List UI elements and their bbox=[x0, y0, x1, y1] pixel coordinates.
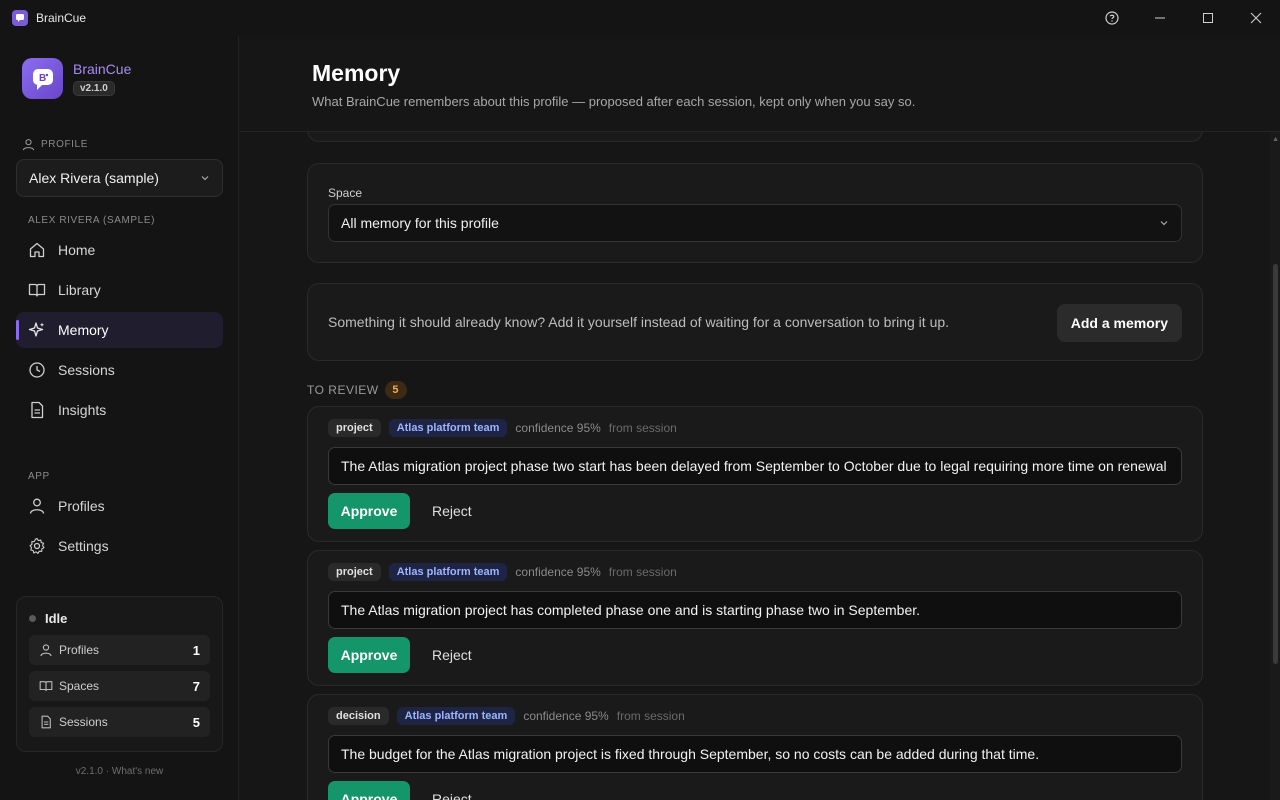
stat-sessions[interactable]: Sessions 5 bbox=[29, 707, 210, 737]
book-icon bbox=[39, 679, 53, 693]
status-dot bbox=[29, 615, 36, 622]
confidence-label: confidence 95% bbox=[515, 565, 601, 579]
source-label: from session bbox=[608, 565, 677, 579]
brand-name: BrainCue bbox=[73, 61, 132, 77]
confidence-label: confidence 95% bbox=[523, 709, 609, 723]
kind-tag: project bbox=[328, 563, 381, 581]
status-indicator: Idle bbox=[29, 611, 67, 626]
sidebar-item-home[interactable]: Home bbox=[16, 232, 223, 268]
profile-select-value: Alex Rivera (sample) bbox=[29, 170, 159, 186]
minimize-icon[interactable] bbox=[1136, 0, 1184, 36]
book-icon bbox=[28, 281, 46, 299]
approve-button[interactable]: Approve bbox=[328, 493, 410, 529]
window-title: BrainCue bbox=[36, 11, 87, 25]
user-icon bbox=[28, 497, 46, 515]
sidebar-item-sessions[interactable]: Sessions bbox=[16, 352, 223, 388]
sidebar-item-profiles[interactable]: Profiles bbox=[16, 488, 223, 524]
app-icon bbox=[12, 10, 28, 26]
sparkle-icon bbox=[28, 321, 46, 339]
memory-text-input[interactable]: The Atlas migration project phase two st… bbox=[328, 447, 1182, 485]
close-icon[interactable] bbox=[1232, 0, 1280, 36]
space-select[interactable]: All memory for this profile bbox=[328, 204, 1182, 242]
memory-card: decision Atlas platform team confidence … bbox=[307, 694, 1203, 800]
brand: B BrainCue v2.1.0 bbox=[22, 58, 131, 99]
user-icon bbox=[22, 139, 35, 151]
page-header: Memory What BrainCue remembers about thi… bbox=[240, 36, 1280, 132]
review-section-header: TO REVIEW 5 bbox=[307, 381, 407, 399]
add-memory-prompt: Something it should already know? Add it… bbox=[328, 314, 950, 330]
approve-button[interactable]: Approve bbox=[328, 781, 410, 800]
sidebar-item-library[interactable]: Library bbox=[16, 272, 223, 308]
scrollbar[interactable] bbox=[1270, 132, 1280, 800]
profile-section-label: PROFILE bbox=[22, 138, 88, 151]
maximize-icon[interactable] bbox=[1184, 0, 1232, 36]
kind-tag: decision bbox=[328, 707, 389, 725]
version-badge: v2.1.0 bbox=[73, 81, 115, 96]
svg-text:B: B bbox=[39, 73, 46, 84]
status-card: Idle Profiles 1 Spaces 7 Sessions 5 bbox=[16, 596, 223, 752]
space-card: Space All memory for this profile bbox=[307, 163, 1203, 263]
main-content: Memory What BrainCue remembers about thi… bbox=[240, 36, 1280, 800]
memory-text-input[interactable]: The budget for the Atlas migration proje… bbox=[328, 735, 1182, 773]
sidebar-item-insights[interactable]: Insights bbox=[16, 392, 223, 428]
reject-button[interactable]: Reject bbox=[422, 493, 482, 529]
profile-group-label: ALEX RIVERA (SAMPLE) bbox=[28, 215, 156, 226]
help-icon[interactable] bbox=[1088, 0, 1136, 36]
confidence-label: confidence 95% bbox=[515, 421, 601, 435]
sidebar-item-memory[interactable]: Memory bbox=[16, 312, 223, 348]
scrollbar-thumb[interactable] bbox=[1273, 264, 1278, 664]
document-icon bbox=[39, 715, 53, 729]
kind-tag: project bbox=[328, 419, 381, 437]
space-tag: Atlas platform team bbox=[388, 419, 508, 437]
app-section-label: APP bbox=[28, 471, 50, 482]
memory-card: project Atlas platform team confidence 9… bbox=[307, 550, 1203, 686]
page-title: Memory bbox=[312, 60, 401, 86]
add-memory-card: Something it should already know? Add it… bbox=[307, 283, 1203, 361]
profile-select[interactable]: Alex Rivera (sample) bbox=[16, 159, 223, 197]
sidebar-item-settings[interactable]: Settings bbox=[16, 528, 223, 564]
document-icon bbox=[28, 401, 46, 419]
sidebar: B BrainCue v2.1.0 PROFILE Alex Rivera (s… bbox=[0, 36, 239, 800]
scroll-up-icon[interactable]: ▲ bbox=[1272, 136, 1279, 143]
memory-text-input[interactable]: The Atlas migration project has complete… bbox=[328, 591, 1182, 629]
gear-icon bbox=[28, 537, 46, 555]
reject-button[interactable]: Reject bbox=[422, 781, 482, 800]
review-label: TO REVIEW bbox=[307, 383, 379, 397]
chevron-down-icon bbox=[1159, 218, 1169, 228]
approve-button[interactable]: Approve bbox=[328, 637, 410, 673]
brand-logo-icon: B bbox=[22, 58, 63, 99]
clock-icon bbox=[28, 361, 46, 379]
space-label: Space bbox=[328, 186, 363, 200]
add-memory-button[interactable]: Add a memory bbox=[1056, 304, 1182, 342]
home-icon bbox=[28, 241, 46, 259]
stat-spaces[interactable]: Spaces 7 bbox=[29, 671, 210, 701]
user-icon bbox=[39, 643, 53, 657]
stat-profiles[interactable]: Profiles 1 bbox=[29, 635, 210, 665]
space-tag: Atlas platform team bbox=[396, 707, 516, 725]
review-count-badge: 5 bbox=[384, 381, 407, 399]
space-select-value: All memory for this profile bbox=[341, 215, 499, 231]
memory-card: project Atlas platform team confidence 9… bbox=[307, 406, 1203, 542]
title-bar: BrainCue bbox=[0, 0, 1280, 36]
source-label: from session bbox=[608, 421, 677, 435]
page-subtitle: What BrainCue remembers about this profi… bbox=[312, 94, 916, 109]
reject-button[interactable]: Reject bbox=[422, 637, 482, 673]
chevron-down-icon bbox=[200, 173, 210, 183]
space-tag: Atlas platform team bbox=[388, 563, 508, 581]
source-label: from session bbox=[616, 709, 685, 723]
whats-new-link[interactable]: v2.1.0 · What's new bbox=[0, 766, 239, 777]
